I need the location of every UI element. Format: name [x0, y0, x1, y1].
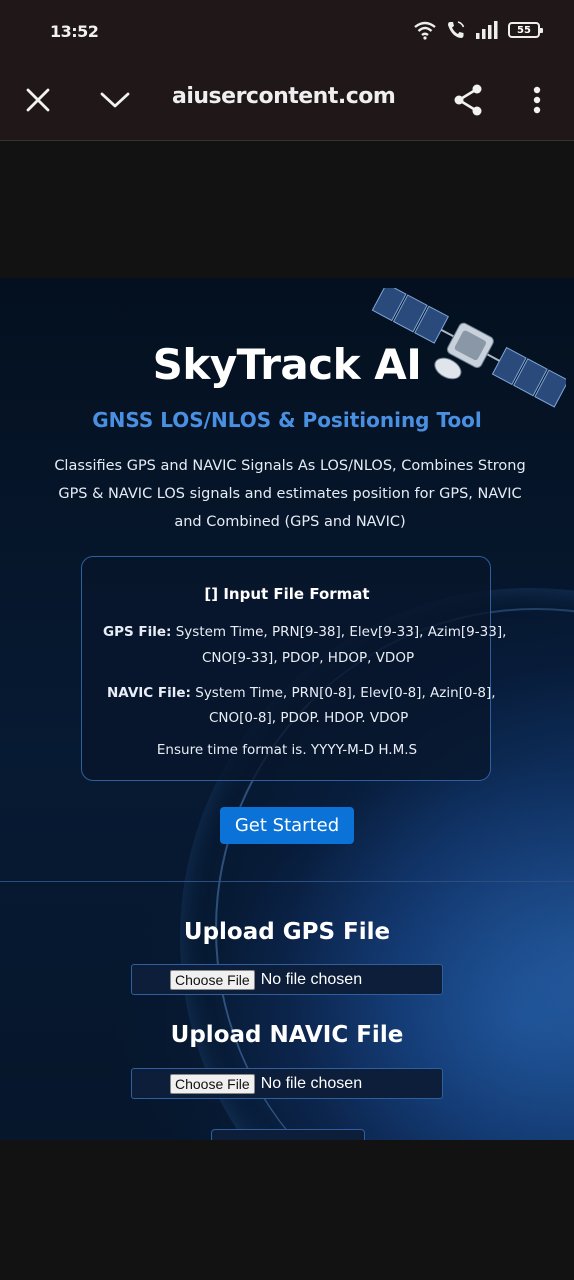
navic-format-line: NAVIC File: System Time, PRN[0-8], Elev[…: [107, 685, 496, 701]
navic-file-label: NAVIC File:: [107, 685, 191, 701]
web-content: SkyTrack AI GNSS LOS/NLOS & Positioning …: [0, 278, 574, 1140]
wifi-icon: [413, 20, 437, 40]
upload-gps-title: Upload GPS File: [183, 919, 391, 945]
gps-choose-file-button[interactable]: Choose File: [170, 969, 255, 990]
status-bar: 13:52 55: [0, 0, 574, 60]
browser-toolbar: aiusercontent.com: [0, 60, 574, 141]
get-started-button[interactable]: Get Started: [220, 807, 354, 844]
gps-format-line: GPS File: System Time, PRN[9-38], Elev[9…: [103, 624, 506, 640]
url-text[interactable]: aiusercontent.com: [172, 84, 396, 109]
format-heading: [] Input File Format: [204, 585, 370, 603]
navic-file-status: No file chosen: [260, 1074, 363, 1092]
page-description: Classifies GPS and NAVIC Signals As LOS/…: [54, 458, 526, 530]
chevron-down-icon: [100, 92, 130, 108]
submit-button-partial[interactable]: [211, 1129, 365, 1140]
battery-icon: 55: [508, 22, 543, 38]
navic-format-line-2: CNO[0-8], PDOP. HDOP. VDOP: [209, 710, 409, 726]
wifi-call-icon: [446, 20, 466, 40]
collapse-button[interactable]: [91, 76, 139, 124]
share-icon: [454, 84, 482, 116]
bottom-bar: [0, 1140, 574, 1280]
clock: 13:52: [50, 22, 99, 41]
page-title: SkyTrack AI: [152, 340, 422, 389]
page-subtitle: GNSS LOS/NLOS & Positioning Tool: [92, 408, 482, 432]
share-button[interactable]: [444, 76, 492, 124]
time-format-note: Ensure time format is. YYYY-M-D H.M.S: [156, 742, 418, 758]
close-icon: [26, 88, 50, 112]
gps-file-status: No file chosen: [260, 970, 363, 988]
status-icons: 55: [413, 20, 543, 40]
close-button[interactable]: [14, 76, 62, 124]
input-format-card: [] Input File Format GPS File: System Ti…: [81, 556, 506, 781]
navic-file-input[interactable]: Choose File No file chosen: [131, 1068, 443, 1099]
gps-format-text: System Time, PRN[9-38], Elev[9-33], Azim…: [175, 624, 507, 640]
upload-navic-title: Upload NAVIC File: [170, 1022, 404, 1048]
section-divider: [0, 881, 574, 882]
gps-file-label: GPS File:: [103, 624, 172, 640]
more-options-button[interactable]: [513, 76, 561, 124]
more-vert-icon: [533, 86, 541, 114]
navic-format-text: System Time, PRN[0-8], Elev[0-8], Azin[0…: [195, 685, 496, 701]
page-top-gap: [0, 141, 574, 278]
gps-file-input[interactable]: Choose File No file chosen: [131, 964, 443, 995]
gps-format-line-2: CNO[9-33], PDOP, HDOP, VDOP: [202, 650, 415, 666]
signal-icon: [475, 21, 499, 39]
navic-choose-file-button[interactable]: Choose File: [170, 1073, 255, 1094]
